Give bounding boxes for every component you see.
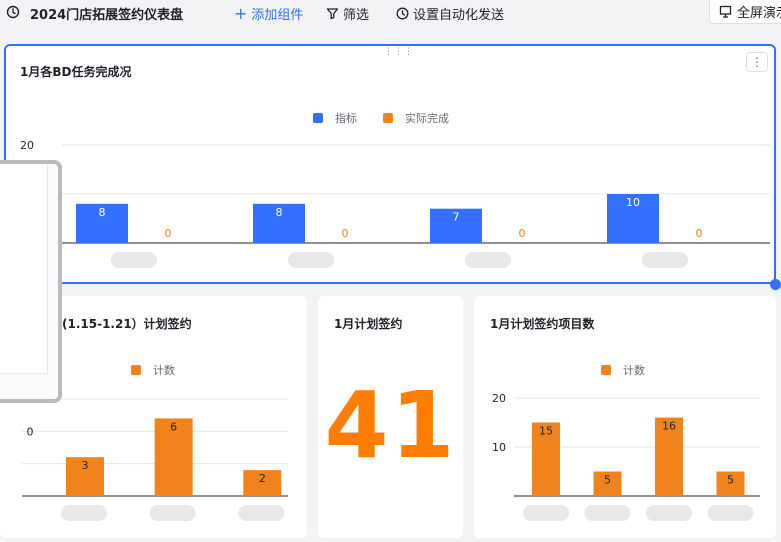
y-tick-label: 20 (492, 392, 506, 405)
data-label: 0 (342, 227, 349, 240)
card-title: 1月各BD任务完成况 (20, 65, 132, 79)
history-icon[interactable] (6, 5, 20, 19)
legend-item: 计数 (131, 362, 175, 378)
data-label: 5 (604, 474, 611, 487)
x-tick-label-placeholder (288, 252, 334, 268)
legend-swatch-orange (601, 365, 611, 375)
data-label: 3 (82, 459, 89, 472)
y-tick-label: 0 (27, 425, 34, 438)
fullscreen-present-button[interactable]: 全屏演示 (709, 0, 781, 24)
more-options-icon[interactable]: ⋮ (746, 52, 768, 72)
data-label: 2 (259, 472, 266, 485)
x-tick-label-placeholder (646, 505, 692, 521)
chart-legend: 计数 (601, 362, 671, 378)
data-label: 8 (99, 206, 106, 219)
data-label: 0 (696, 227, 703, 240)
chart-legend: 计数 (131, 362, 201, 378)
top-toolbar: 2024门店拓展签约仪表盘 + 添加组件 筛选 设置自动化发送 全屏演示 (0, 0, 781, 26)
auto-send-button[interactable]: 设置自动化发送 (396, 4, 504, 23)
x-tick-label-placeholder (61, 505, 107, 521)
x-tick-label-placeholder (111, 252, 157, 268)
x-tick-label-placeholder (642, 252, 688, 268)
drag-handle-icon[interactable]: ⋮⋮⋮ (384, 48, 414, 57)
chart-legend: 指标 实际完成 (313, 110, 475, 126)
filter-label: 筛选 (343, 8, 370, 23)
card-title: (1.15-1.21）计划签约 (62, 317, 192, 331)
dragged-widget-preview[interactable] (0, 160, 62, 403)
add-component-label: 添加组件 (251, 8, 304, 23)
auto-send-icon (396, 7, 409, 20)
data-label: 16 (662, 420, 676, 433)
bd-task-bar-chart: 20 8 0 8 0 7 0 10 0 (20, 139, 770, 268)
filter-icon (326, 8, 339, 20)
legend-item: 指标 (313, 110, 357, 126)
data-label: 6 (170, 420, 177, 433)
data-label: 10 (626, 196, 640, 209)
card-title: 1月计划签约项目数 (490, 317, 595, 331)
x-tick-label-placeholder (584, 505, 631, 521)
data-label: 0 (165, 227, 172, 240)
filter-button[interactable]: 筛选 (326, 4, 369, 23)
dashboard-title: 2024门店拓展签约仪表盘 (30, 8, 184, 23)
card-title: 1月计划签约 (334, 317, 403, 331)
legend-swatch-blue (313, 113, 323, 123)
add-component-button[interactable]: + 添加组件 (234, 4, 303, 23)
legend-label: 计数 (153, 364, 175, 377)
widget-preview-body (0, 164, 48, 374)
x-tick-label-placeholder (707, 505, 754, 521)
plus-icon: + (234, 3, 248, 23)
legend-label: 实际完成 (405, 112, 449, 125)
metric-value: 41 (324, 372, 457, 479)
legend-label: 计数 (623, 364, 645, 377)
auto-send-label: 设置自动化发送 (413, 8, 505, 23)
present-icon (719, 5, 732, 18)
x-tick-label-placeholder (523, 505, 569, 521)
legend-item: 计数 (601, 362, 645, 378)
x-tick-label-placeholder (238, 505, 285, 521)
data-label: 15 (539, 425, 553, 438)
fullscreen-label: 全屏演示 (737, 5, 781, 21)
legend-item: 实际完成 (383, 110, 449, 126)
resize-handle[interactable] (770, 279, 781, 290)
legend-swatch-orange (131, 365, 141, 375)
x-tick-label-placeholder (149, 505, 196, 521)
legend-label: 指标 (335, 112, 357, 125)
data-label: 5 (727, 474, 734, 487)
data-label: 0 (519, 227, 526, 240)
data-label: 7 (453, 211, 460, 224)
y-tick-label: 20 (20, 139, 34, 152)
data-label: 8 (276, 206, 283, 219)
legend-swatch-orange (383, 113, 393, 123)
monthly-project-bar-chart: 20 10 15 5 16 5 (492, 392, 760, 521)
x-tick-label-placeholder (465, 252, 511, 268)
y-tick-label: 10 (492, 441, 506, 454)
